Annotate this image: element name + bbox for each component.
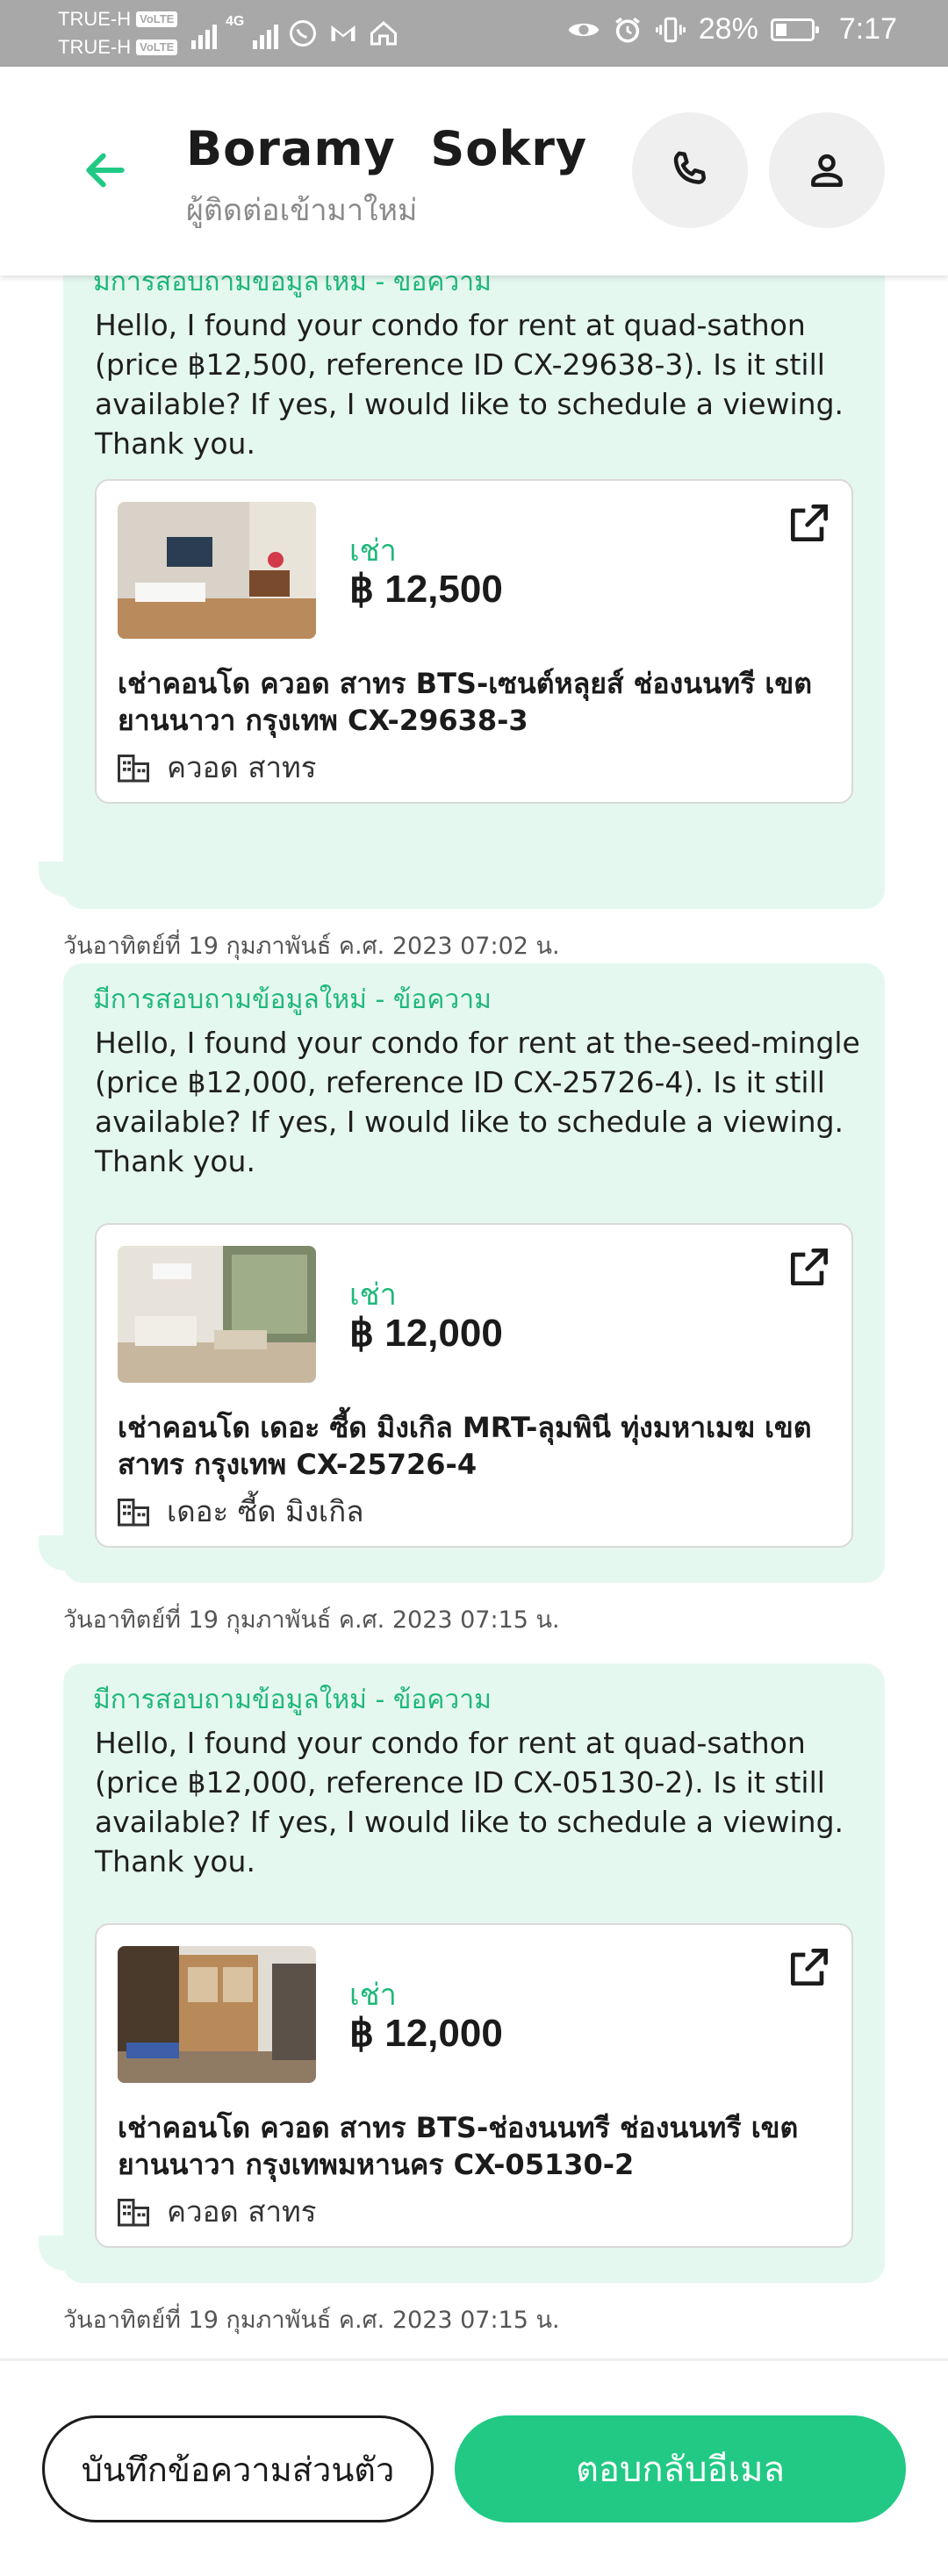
clock-time: 7:17 xyxy=(838,12,897,46)
open-external-icon[interactable] xyxy=(785,1242,834,1292)
battery-icon xyxy=(770,18,819,41)
alarm-icon xyxy=(614,17,640,43)
message-text: Hello, I found your condo for rent at qu… xyxy=(95,308,844,461)
phone-icon xyxy=(673,151,706,184)
network-type-label: 4G xyxy=(226,14,245,29)
building-name: เดอะ ซี้ด มิงเกิล xyxy=(167,1494,364,1528)
message-text: Hello, I found your condo for rent at qu… xyxy=(95,1726,844,1878)
listing-card[interactable]: เช่า ฿ 12,000 เช่าคอนโด ควอด สาทร BTS-ช่… xyxy=(95,1923,853,2248)
reply-email-button[interactable]: ตอบกลับอีเมล xyxy=(455,2415,906,2522)
listing-title: เช่าคอนโด เดอะ ซี้ด มิงเกิล MRT-ลุมพินี … xyxy=(118,1411,812,1481)
eye-icon xyxy=(568,23,600,36)
listing-price: ฿ 12,000 xyxy=(349,1312,503,1355)
building-icon xyxy=(118,1498,149,1526)
vibrate-icon xyxy=(655,17,686,42)
listing-thumbnail xyxy=(118,1946,316,2083)
action-bar: บันทึกข้อความส่วนตัว ตอบกลับอีเมล xyxy=(0,2358,948,2576)
status-icons-left: 4G xyxy=(191,14,399,49)
message-bubble: มีการสอบถามข้อมูลใหม่ - ข้อความ Hello, I… xyxy=(63,275,885,909)
volte-badge-1: VoLTE xyxy=(136,11,178,27)
listing-card[interactable]: เช่า ฿ 12,500 เช่าคอนโด ควอด สาทร BTS-เซ… xyxy=(95,479,853,804)
open-external-icon[interactable] xyxy=(785,1943,834,1992)
listing-title: เช่าคอนโด ควอด สาทร BTS-เซนต์หลุยส์ ช่อง… xyxy=(118,667,812,737)
private-note-button[interactable]: บันทึกข้อความส่วนตัว xyxy=(42,2415,434,2522)
status-bar: TRUE-H VoLTE TRUE-H VoLTE 4G 28% 7:17 xyxy=(0,0,948,67)
listing-building: ควอด สาทร xyxy=(118,744,317,791)
carrier-2-label: TRUE-H xyxy=(58,36,132,58)
message-bubble: มีการสอบถามข้อมูลใหม่ - ข้อความ Hello, I… xyxy=(63,1664,885,2283)
listing-card[interactable]: เช่า ฿ 12,000 เช่าคอนโด เดอะ ซี้ด มิงเกิ… xyxy=(95,1223,853,1548)
person-icon xyxy=(811,154,843,187)
signal-2-icon xyxy=(253,23,279,49)
back-button[interactable] xyxy=(70,135,140,205)
status-icons-right: 28% 7:17 xyxy=(567,12,897,47)
gmail-icon xyxy=(331,25,356,41)
home-app-icon xyxy=(370,20,398,46)
building-icon xyxy=(118,754,149,782)
message-label: มีการสอบถามข้อมูลใหม่ - ข้อความ xyxy=(93,984,492,1015)
message-timestamp: วันอาทิตย์ที่ 19 กุมภาพันธ์ ค.ศ. 2023 07… xyxy=(63,2307,560,2334)
message-label: มีการสอบถามข้อมูลใหม่ - ข้อความ xyxy=(93,275,492,297)
carrier-info: TRUE-H VoLTE TRUE-H VoLTE xyxy=(58,5,178,61)
message-list[interactable]: มีการสอบถามข้อมูลใหม่ - ข้อความ Hello, I… xyxy=(0,275,948,2358)
building-name: ควอด สาทร xyxy=(167,750,317,784)
listing-price: ฿ 12,000 xyxy=(349,2012,503,2055)
whatsapp-icon xyxy=(290,20,317,47)
contact-name: Boramy Sokry xyxy=(186,121,588,176)
battery-percent: 28% xyxy=(698,12,758,46)
arrow-left-icon xyxy=(86,153,125,188)
listing-thumbnail xyxy=(118,502,316,639)
volte-badge-2: VoLTE xyxy=(136,39,178,55)
message-text: Hello, I found your condo for rent at th… xyxy=(95,1026,860,1178)
message-label: มีการสอบถามข้อมูลใหม่ - ข้อความ xyxy=(93,1685,492,1715)
listing-building: เดอะ ซี้ด มิงเกิล xyxy=(118,1488,363,1535)
signal-icon xyxy=(191,23,217,49)
message-timestamp: วันอาทิตย์ที่ 19 กุมภาพันธ์ ค.ศ. 2023 07… xyxy=(63,933,560,960)
open-external-icon[interactable] xyxy=(785,498,834,547)
listing-building: ควอด สาทร xyxy=(118,2188,317,2235)
contact-status: ผู้ติดต่อเข้ามาใหม่ xyxy=(186,193,418,228)
message-timestamp: วันอาทิตย์ที่ 19 กุมภาพันธ์ ค.ศ. 2023 07… xyxy=(63,1606,560,1634)
call-button[interactable] xyxy=(632,112,748,228)
profile-button[interactable] xyxy=(769,112,885,228)
message-bubble: มีการสอบถามข้อมูลใหม่ - ข้อความ Hello, I… xyxy=(63,963,885,1583)
carrier-1-label: TRUE-H xyxy=(58,8,132,30)
building-name: ควอด สาทร xyxy=(167,2194,317,2229)
conversation-header: Boramy Sokry ผู้ติดต่อเข้ามาใหม่ xyxy=(0,67,948,275)
listing-title: เช่าคอนโด ควอด สาทร BTS-ช่องนนทรี ช่องนน… xyxy=(118,2111,799,2181)
listing-thumbnail xyxy=(118,1246,316,1383)
listing-price: ฿ 12,500 xyxy=(349,568,503,611)
building-icon xyxy=(118,2198,149,2226)
